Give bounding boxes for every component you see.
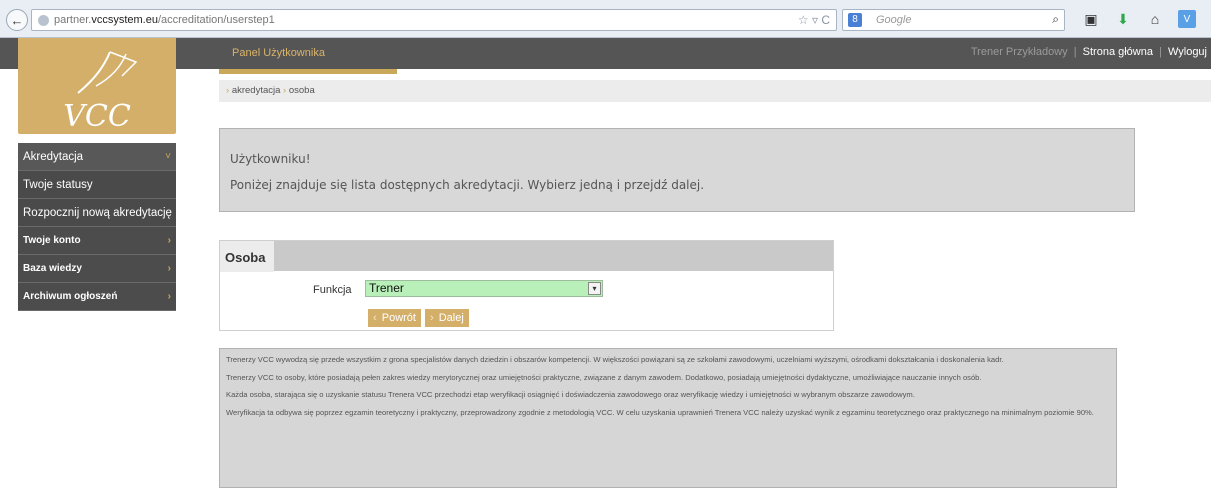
next-button[interactable]: › Dalej [425, 309, 469, 327]
url-text: partner.vccsystem.eu/accreditation/users… [54, 14, 275, 26]
breadcrumb-item[interactable]: akredytacja [232, 85, 281, 96]
addon-icon[interactable]: V [1178, 10, 1196, 28]
select-value: Trener [369, 281, 404, 295]
sidebar-item-archiwum[interactable]: Archiwum ogłoszeń › [18, 283, 176, 311]
next-button-label: Dalej [438, 312, 464, 324]
chevron-right-icon: › [167, 263, 171, 274]
info-greeting: Użytkowniku! [230, 152, 311, 166]
chevron-right-icon: › [167, 291, 171, 302]
sidebar-item-statusy[interactable]: Twoje statusy [18, 171, 176, 199]
chevron-down-icon: ˅ [165, 151, 171, 162]
sidebar-item-label: Baza wiedzy [23, 263, 82, 274]
sidebar-item-label: Twoje konto [23, 235, 81, 246]
user-name: Trener Przykładowy [970, 46, 1068, 58]
url-bar[interactable]: partner.vccsystem.eu/accreditation/users… [31, 9, 837, 31]
dropdown-icon[interactable]: ▿ [812, 13, 818, 27]
info-message: Poniżej znajduje się lista dostępnych ak… [230, 178, 705, 192]
sidebar-item-konto[interactable]: Twoje konto › [18, 227, 176, 255]
browser-icons: ▣ ⬇ ⌂ V [1082, 10, 1196, 28]
search-engine-icon[interactable]: 8 [848, 13, 862, 27]
home-icon[interactable]: ⌂ [1146, 10, 1164, 28]
back-arrow-icon[interactable]: ← [6, 9, 28, 31]
bookmarks-icon[interactable]: ▣ [1082, 10, 1100, 28]
logo-graphic: VCC [63, 51, 138, 134]
sidebar-item-baza-wiedzy[interactable]: Baza wiedzy › [18, 255, 176, 283]
description-box: Trenerzy VCC wywodzą się przede wszystki… [219, 348, 1117, 488]
star-icon[interactable]: ☆ [798, 13, 809, 27]
function-select[interactable]: Trener ▾ [365, 280, 603, 297]
breadcrumb: › akredytacja › osoba [219, 80, 1211, 102]
active-tab-underline [219, 69, 397, 74]
description-paragraph: Weryfikacja ta odbywa się poprzez egzami… [226, 407, 1094, 417]
chevron-left-icon: ‹ [373, 312, 377, 324]
tab-osoba[interactable]: Osoba [220, 241, 274, 272]
sidebar-item-label: Archiwum ogłoszeń [23, 291, 118, 302]
separator: | [1073, 46, 1077, 58]
user-links: Trener Przykładowy | Strona główna | Wyl… [971, 46, 1207, 58]
download-icon[interactable]: ⬇ [1114, 10, 1132, 28]
globe-icon [38, 15, 49, 26]
form-header [220, 241, 833, 271]
breadcrumb-arrow-icon: › [226, 85, 230, 96]
browser-toolbar: ← partner.vccsystem.eu/accreditation/use… [0, 0, 1211, 38]
sidebar-item-label: Twoje statusy [23, 179, 93, 191]
breadcrumb-item[interactable]: osoba [289, 85, 315, 96]
sidebar: Akredytacja ˅ Twoje statusy Rozpocznij n… [18, 143, 176, 311]
home-link[interactable]: Strona główna [1083, 46, 1153, 58]
search-bar[interactable]: 8 Google ⌕ [842, 9, 1065, 31]
search-input[interactable]: Google [876, 14, 911, 26]
url-actions[interactable]: ☆ ▿ C [798, 13, 830, 27]
sidebar-item-nowa-akredytacja[interactable]: Rozpocznij nową akredytację [18, 199, 176, 227]
search-icon[interactable]: ⌕ [1052, 12, 1059, 27]
panel-title: Panel Użytkownika [232, 47, 325, 59]
sidebar-item-akredytacja[interactable]: Akredytacja ˅ [18, 143, 176, 171]
breadcrumb-arrow-icon: › [283, 85, 287, 96]
vcc-logo[interactable]: VCC [18, 38, 176, 134]
reload-icon[interactable]: C [821, 13, 830, 27]
description-paragraph: Każda osoba, starająca się o uzyskanie s… [226, 390, 915, 399]
sidebar-item-label: Akredytacja [23, 151, 84, 163]
function-label: Funkcja [313, 284, 352, 296]
description-paragraph: Trenerzy VCC wywodzą się przede wszystki… [226, 355, 1004, 364]
info-box: Użytkowniku! Poniżej znajduje się lista … [219, 128, 1135, 212]
chevron-down-icon[interactable]: ▾ [588, 282, 601, 295]
person-form: Osoba Funkcja Trener ▾ ‹ Powrót › Dalej [219, 240, 834, 331]
back-button-label: Powrót [381, 312, 416, 324]
logout-link[interactable]: Wyloguj [1168, 46, 1207, 58]
back-button[interactable]: ‹ Powrót [368, 309, 421, 327]
chevron-right-icon: › [430, 312, 434, 324]
sidebar-item-label: Rozpocznij nową akredytację [23, 207, 172, 219]
description-paragraph: Trenerzy VCC to osoby, które posiadają p… [226, 372, 982, 382]
separator: | [1159, 46, 1162, 58]
chevron-right-icon: › [167, 235, 171, 246]
logo-text: VCC [63, 99, 131, 134]
